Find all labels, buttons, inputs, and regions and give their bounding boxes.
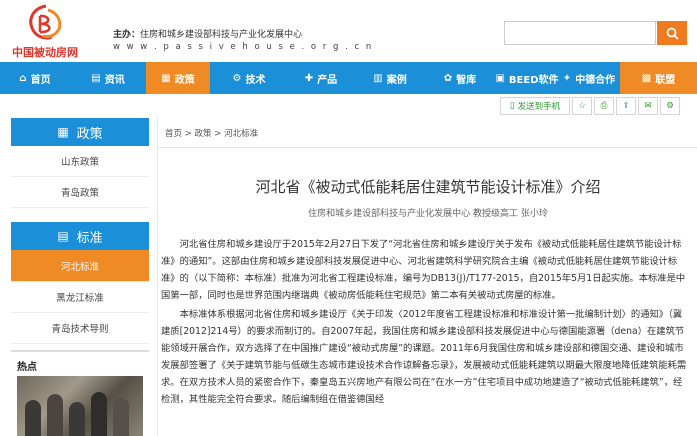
print-button[interactable]: ⎙ — [594, 97, 614, 115]
favorite-button[interactable]: ☆ — [572, 97, 592, 115]
nav-alliance[interactable]: ▩ 联盟 — [620, 62, 697, 94]
breadcrumb-hebei-standard[interactable]: 河北标准 — [224, 129, 258, 139]
send-to-phone-label: 发送到手机 — [517, 102, 561, 112]
nav-home-label: 首页 — [30, 74, 51, 86]
nav-news-label: 资讯 — [104, 74, 125, 86]
article-paragraph: 河北省住房和城乡建设厅于2015年2月27日下发了“河北省住房和城乡建设厅关于发… — [161, 239, 686, 301]
email-icon: ✉ — [644, 101, 652, 111]
email-button[interactable]: ✉ — [638, 97, 658, 115]
brain-icon: ✿ — [443, 72, 453, 84]
article-paragraph: 本标准体系根据河北省住房和城乡建设厅《关于印发〈2012年度省工程建设标准和标准… — [161, 309, 687, 405]
site-logo[interactable]: 中国被动房网 — [12, 4, 82, 59]
nav-home[interactable]: ⌂ 首页 — [0, 62, 70, 94]
hot-topic-image[interactable] — [17, 376, 143, 436]
print-icon: ⎙ — [600, 101, 608, 111]
sidebar-item-qingdao-policy[interactable]: 青岛政策 — [11, 177, 149, 208]
nav-cases-label: 案例 — [386, 74, 407, 86]
article-title: 河北省《被动式低能耗居住建筑节能设计标准》介绍 — [255, 178, 601, 196]
main-nav: ⌂ 首页 ▤ 资讯 ▦ 政策 ⚙ 技术 ✚ 产品 ▥ 案例 ✿ 智库 ▣ BEED软件 ✦ 中德合… — [0, 62, 697, 94]
standard-icon: ▤ — [57, 229, 69, 243]
nav-cooperation-label: 中德合作 — [575, 74, 616, 86]
hot-topics-title: 热点 — [17, 362, 37, 373]
sponsor-name: 住房和城乡建设部科技与产业化发展中心 — [140, 30, 303, 40]
nav-product-label: 产品 — [317, 74, 338, 86]
sponsor-line: 主办：住房和城乡建设部科技与产业化发展中心 — [113, 27, 302, 40]
nav-product[interactable]: ✚ 产品 — [288, 62, 354, 94]
policy-title-text: 政策 — [76, 126, 103, 142]
breadcrumb: 首页 > 政策 > 河北标准 — [165, 127, 258, 139]
sidebar-item-hebei-standard[interactable]: 河北标准 — [11, 250, 149, 282]
article-toolbar: ▯ 发送到手机 ☆ ⎙ ⇪ ✉ ⚙ — [500, 97, 680, 117]
software-icon: ▣ — [495, 72, 505, 84]
article-meta: 住房和城乡建设部科技与产业化发展中心 教授级高工 张小玲 — [308, 209, 548, 219]
nav-policy[interactable]: ▦ 政策 — [146, 62, 210, 94]
main-content: 首页 > 政策 > 河北标准 河北省《被动式低能耗居住建筑节能设计标准》介绍 住… — [157, 118, 697, 436]
search-icon — [666, 27, 679, 40]
site-url: w w w . p a s s i v e h o u s e . o r g … — [113, 42, 374, 52]
divider — [158, 147, 697, 148]
breadcrumb-home[interactable]: 首页 — [165, 129, 182, 139]
home-icon: ⌂ — [19, 72, 27, 84]
alliance-icon: ▩ — [641, 72, 652, 84]
news-icon: ▤ — [91, 72, 101, 84]
policy-icon: ▦ — [57, 125, 69, 139]
search-input[interactable] — [504, 21, 656, 45]
star-icon: ☆ — [578, 101, 586, 111]
nav-tech[interactable]: ⚙ 技术 — [210, 62, 288, 94]
handshake-icon: ✦ — [562, 72, 572, 84]
sidebar-item-qingdao-guideline[interactable]: 青岛技术导则 — [11, 313, 149, 344]
breadcrumb-separator: > — [211, 129, 225, 139]
sidebar-standard-title: ▤ 标准 — [11, 222, 149, 250]
nav-beed-label: BEED软件 — [508, 74, 559, 86]
cart-icon: ✚ — [304, 72, 314, 84]
nav-think-tank[interactable]: ✿ 智库 — [426, 62, 494, 94]
nav-think-tank-label: 智库 — [456, 74, 477, 86]
article-body: 河北省住房和城乡建设厅于2015年2月27日下发了“河北省住房和城乡建设厅关于发… — [161, 236, 691, 410]
settings-button[interactable]: ⚙ — [660, 97, 680, 115]
nav-news[interactable]: ▤ 资讯 — [70, 62, 146, 94]
nav-beed[interactable]: ▣ BEED软件 — [494, 62, 560, 94]
nav-policy-label: 政策 — [174, 74, 195, 86]
sidebar: ▦ 政策 山东政策 青岛政策 ▤ 标准 河北标准 黑龙江标准 青岛技术导则 — [11, 118, 149, 344]
policy-icon: ▦ — [161, 72, 171, 84]
nav-alliance-label: 联盟 — [655, 74, 676, 86]
hot-topics: 热点 — [11, 350, 149, 436]
standard-title-text: 标准 — [76, 230, 103, 246]
sidebar-item-shandong-policy[interactable]: 山东政策 — [11, 146, 149, 177]
logo-mark-icon — [29, 4, 62, 40]
breadcrumb-policy[interactable]: 政策 — [195, 129, 212, 139]
sidebar-policy-title: ▦ 政策 — [11, 118, 149, 146]
nav-cases[interactable]: ▥ 案例 — [354, 62, 426, 94]
sidebar-item-heilongjiang-standard[interactable]: 黑龙江标准 — [11, 282, 149, 313]
send-to-phone-button[interactable]: ▯ 发送到手机 — [500, 97, 570, 115]
gear-icon: ⚙ — [666, 101, 674, 111]
gear-icon: ⚙ — [232, 72, 242, 84]
sponsor-label: 主办： — [113, 30, 141, 40]
share-button[interactable]: ⇪ — [616, 97, 636, 115]
phone-icon: ▯ — [509, 101, 515, 111]
share-icon: ⇪ — [622, 101, 630, 111]
breadcrumb-separator: > — [182, 129, 195, 139]
search-button[interactable] — [657, 21, 687, 45]
nav-tech-label: 技术 — [245, 74, 266, 86]
logo-text: 中国被动房网 — [12, 46, 78, 59]
site-header: 中国被动房网 主办：住房和城乡建设部科技与产业化发展中心 w w w . p a… — [0, 0, 697, 62]
nav-cooperation[interactable]: ✦ 中德合作 — [560, 62, 618, 94]
building-icon: ▥ — [373, 72, 383, 84]
